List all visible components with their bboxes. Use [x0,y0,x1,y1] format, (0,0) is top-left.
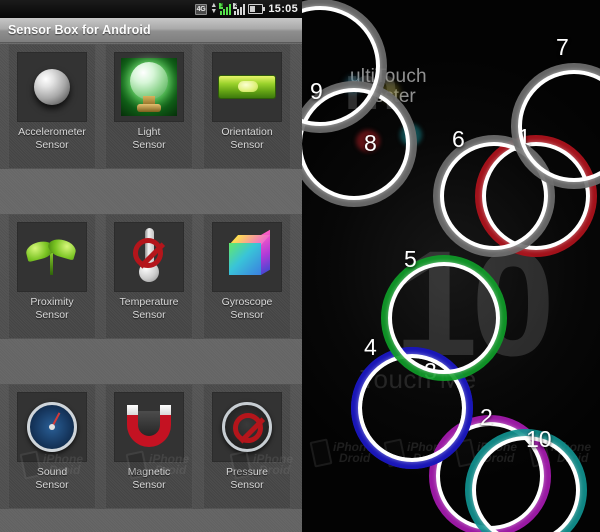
watermark-line2: Droid [339,451,371,465]
touch-point-number: 10 [526,426,552,452]
watermark-line2: Droid [49,463,81,477]
sim2-label: 2 [233,2,238,9]
sensor-tile-sound[interactable]: Sound Sensor [8,384,96,509]
touch-point-number: 2 [480,404,493,430]
sensor-name-line2: Sensor [35,138,69,151]
data-transfer-icon: ▲ ▼ [210,2,218,15]
app-title-bar: Sensor Box for Android [0,18,302,43]
sensor-name-line2: Sensor [230,308,264,321]
phone-icon [309,438,333,468]
sensor-row: Proximity Sensor Temperature Sensor Gyro… [0,214,302,339]
network-type-icon: 4G [194,3,208,15]
sensor-name-line1: Orientation [221,126,273,138]
sensor-tile-gyroscope[interactable]: Gyroscope Sensor [203,214,291,339]
status-bar-clock: 15:05 [268,3,298,15]
phone-icon [19,450,43,480]
phone-icon [229,450,253,480]
sensor-name-line2: Sensor [35,478,69,491]
sensor-tile-label: Gyroscope Sensor [222,296,273,321]
sensor-tile-orientation[interactable]: Orientation Sensor [203,44,291,169]
sim1-signal-icon: 1 [219,2,232,15]
sensor-name-line1: Proximity [30,296,74,308]
sensor-tile-temperature[interactable]: Temperature Sensor [105,214,193,339]
sensor-name-line2: Sensor [230,138,264,151]
phone-screen: 4G ▲▼ 1 2 15:05 Sensor Box for Android [0,0,600,532]
sensor-box-app: 4G ▲▼ 1 2 15:05 Sensor Box for Android [0,0,302,532]
sensor-tile-proximity[interactable]: Proximity Sensor [8,214,96,339]
touch-point-number: 5 [404,246,417,272]
sensor-tile-magnetic[interactable]: Magnetic Sensor [105,384,193,509]
sprout-icon [17,222,87,292]
sphere-icon [17,52,87,122]
sensor-row: Sound Sensor Magnetic Sensor Sensor [0,384,302,509]
sensor-tile-accelerometer[interactable]: Accelerometer Sensor [8,44,96,169]
sensor-tile-label: Accelerometer Sensor [18,126,86,151]
sensor-name-line2: Sensor [132,308,166,321]
app-title: Sensor Box for Android [8,23,151,37]
sensor-tile-label: Proximity Sensor [30,296,73,321]
sensor-row: Accelerometer Sensor Light Sensor Orient… [0,44,302,169]
lightbulb-icon [114,52,184,122]
sensor-name-line2: Sensor [132,478,166,491]
sensor-name-line2: Sensor [230,478,264,491]
sensor-tile-label: Light Sensor [132,126,165,151]
touch-point-number: 6 [452,126,465,152]
touch-point-number: 7 [556,34,569,60]
battery-icon [248,4,266,14]
sensor-name-line2: Sensor [35,308,69,321]
watermark-line2: Droid [155,463,187,477]
color-cube-icon [212,222,282,292]
android-status-bar: 4G ▲ ▼ 1 2 15:05 [0,0,302,18]
sensor-name-line1: Light [137,126,161,138]
multitouch-tester-app[interactable]: 10 m ultiTouch Tester Touch Me iPhone Dro… [302,0,600,532]
watermark-iphonedroid: iPhone Droid [125,450,189,480]
sensor-name-line1: Temperature [119,296,179,308]
sensor-name-line1: Gyroscope [221,296,273,308]
touch-point-number: 9 [310,78,323,104]
sim1-label: 1 [219,2,224,9]
sensor-tile-label: Orientation Sensor [221,126,272,151]
phone-icon [125,450,149,480]
touch-point-number: 8 [364,130,377,156]
sensor-name-line1: Accelerometer [18,126,86,138]
thermometer-disabled-icon [114,222,184,292]
watermark-line2: Droid [259,463,291,477]
touch-point-number: 4 [364,334,377,360]
watermark-iphonedroid: iPhone Droid [229,450,293,480]
sim2-signal-icon: 2 [233,2,246,15]
watermark-iphonedroid: iPhone Droid [19,450,83,480]
sensor-tile-pressure[interactable]: Pressure Sensor [203,384,291,509]
sensor-tile-light[interactable]: Light Sensor [105,44,193,169]
spirit-level-icon [212,52,282,122]
sensor-name-line2: Sensor [132,138,166,151]
sensor-tile-label: Temperature Sensor [120,296,179,321]
touch-ring [388,262,500,374]
